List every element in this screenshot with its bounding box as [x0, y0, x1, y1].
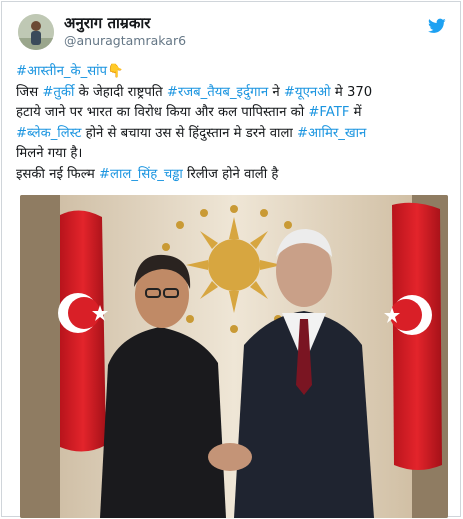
- tweet-photo[interactable]: [20, 195, 448, 518]
- handshake-photo-illustration: [20, 195, 448, 518]
- tweet-text-span: रिलीज होने वाली है: [182, 166, 279, 182]
- tweet-text-span: हटाये जाने पर भारत का विरोध किया और कल प…: [16, 105, 309, 120]
- tweet-line-3: हटाये जाने पर भारत का विरोध किया और कल प…: [16, 103, 452, 124]
- hashtag-link[interactable]: #ब्लेक_लिस्ट: [16, 126, 81, 141]
- tweet-line-5: मिलने गया है।: [16, 144, 452, 165]
- hashtag-link[interactable]: #यूएनओ: [284, 85, 331, 100]
- tweet-text-span: मिलने गया है।: [16, 146, 83, 161]
- tweet-text: #आस्तीन_के_सांप👇 जिस #तुर्की के जेहादी र…: [16, 62, 452, 185]
- tweet-text-span: ने: [268, 84, 284, 100]
- tweet-line-2: जिस #तुर्की के जेहादी राष्ट्रपति #रजब_तै…: [16, 83, 452, 104]
- hashtag-link[interactable]: #FATF: [308, 105, 349, 120]
- twitter-bird-icon[interactable]: [428, 18, 446, 34]
- hashtag-link[interactable]: #तुर्की: [42, 85, 74, 100]
- hashtag-link[interactable]: #लाल_सिंह_चड्ढा: [99, 167, 183, 182]
- tweet-text-span: में: [349, 105, 362, 120]
- tweet-line-1: #आस्तीन_के_सांप👇: [16, 62, 452, 83]
- tweet-text-span: होने से बचाया उस से हिंदुस्तान मे डरने व…: [81, 125, 297, 141]
- user-handle[interactable]: @anuragtamrakar6: [64, 33, 186, 49]
- sun-emblem: [186, 217, 282, 313]
- pointing-down-emoji: 👇: [107, 64, 124, 79]
- tweet-text-span: के जेहादी राष्ट्रपति: [74, 84, 167, 100]
- hashtag-link[interactable]: #आमिर_खान: [297, 126, 366, 141]
- tweet-card: अनुराग ताम्रकार @anuragtamrakar6 #आस्तीन…: [1, 1, 461, 518]
- tweet-text-span: मे 370: [330, 84, 373, 100]
- tweet-text-span: जिस: [16, 84, 43, 100]
- hashtag-link[interactable]: #आस्तीन_के_सांप: [16, 64, 107, 79]
- hashtag-link[interactable]: #रजब_तैयब_इर्दुगान: [167, 85, 268, 100]
- tweet-line-6: इसकी नई फिल्म #लाल_सिंह_चड्ढा रिलीज होने…: [16, 165, 452, 186]
- avatar[interactable]: [18, 14, 54, 50]
- tweet-text-span: इसकी नई फिल्म: [16, 166, 99, 182]
- tweet-line-4: #ब्लेक_लिस्ट होने से बचाया उस से हिंदुस्…: [16, 124, 452, 145]
- display-name[interactable]: अनुराग ताम्रकार: [64, 14, 150, 32]
